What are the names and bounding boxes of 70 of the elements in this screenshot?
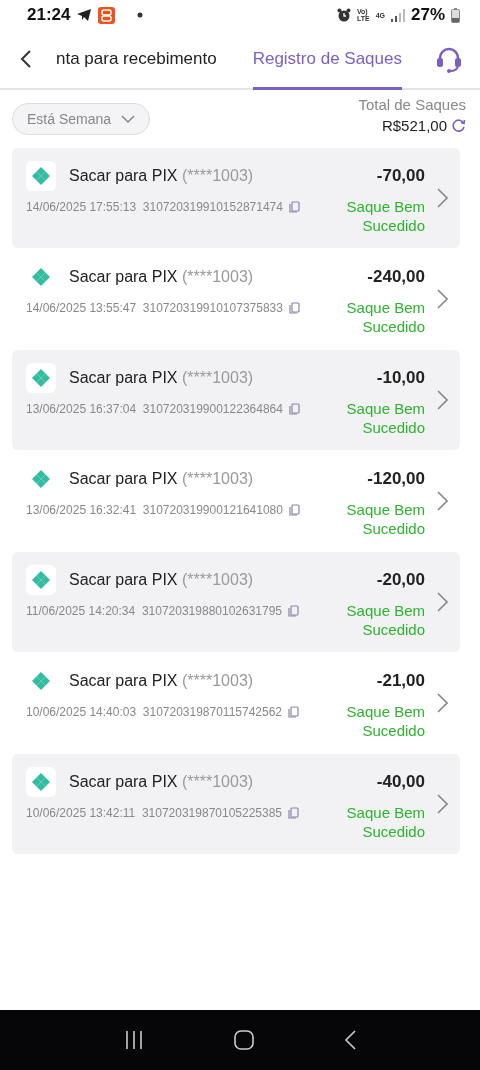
clock: 21:24 <box>27 5 71 25</box>
battery-percent: 27% <box>410 5 445 25</box>
record-title: Sacar para PIX (****1003) <box>69 773 254 791</box>
withdrawal-record[interactable]: Sacar para PIX (****1003) -120,00 13/06/2025 16:32:41 310720319900121641080 Saque Bem Sucedido <box>12 451 460 551</box>
tab[interactable]: Registro de Saques <box>252 30 402 90</box>
tab[interactable]: nta para recebimento <box>56 30 217 90</box>
chevron-right-icon <box>437 693 448 713</box>
record-title: Sacar para PIX (****1003) <box>69 470 254 488</box>
copy-icon[interactable] <box>288 605 300 617</box>
record-date-reference: 14/06/2025 13:55:47 310720319910107375833 <box>26 300 283 315</box>
withdrawal-record[interactable]: Sacar para PIX (****1003) -240,00 14/06/2025 13:55:47 310720319910107375833 Saque Bem Sucedido <box>12 249 460 349</box>
record-date-reference: 13/06/2025 16:32:41 310720319900121641080 <box>26 502 283 517</box>
chevron-right-icon <box>437 289 448 309</box>
record-status: Saque Bem Sucedido <box>345 702 425 740</box>
copy-icon[interactable] <box>288 807 300 819</box>
withdrawal-record[interactable]: Sacar para PIX (****1003) -21,00 10/06/2025 14:40:03 310720319870115742562 Saque Bem Sucedido <box>12 653 460 753</box>
record-amount: -21,00 <box>376 671 425 691</box>
copy-icon[interactable] <box>288 201 300 213</box>
chevron-right-icon <box>437 188 448 208</box>
record-status: Saque Bem Sucedido <box>345 399 425 437</box>
withdrawal-record[interactable]: Sacar para PIX (****1003) -10,00 13/06/2025 16:37:04 310720319900122364864 Saque Bem Sucedido <box>12 350 460 450</box>
record-title: Sacar para PIX (****1003) <box>69 571 254 589</box>
record-date-reference: 10/06/2025 14:40:03 310720319870115742562 <box>26 704 283 719</box>
chevron-right-icon <box>437 592 448 612</box>
record-status: Saque Bem Sucedido <box>345 298 425 336</box>
withdrawal-record[interactable]: Sacar para PIX (****1003) -40,00 10/06/2025 13:42:11 310720319870105225385 Saque Bem Sucedido <box>12 754 460 854</box>
chevron-right-icon <box>437 794 448 814</box>
total-label: Total de Saques <box>358 96 466 113</box>
chevron-right-icon <box>437 491 448 511</box>
total-amount: R$521,00 <box>381 117 447 134</box>
back-icon[interactable] <box>20 50 32 68</box>
record-amount: -240,00 <box>367 267 425 287</box>
app-icon <box>98 6 116 24</box>
record-status: Saque Bem Sucedido <box>345 500 425 538</box>
record-date-reference: 11/06/2025 14:20:34 310720319880102631795 <box>26 603 283 618</box>
pix-logo-icon <box>26 161 56 191</box>
record-date-reference: 10/06/2025 13:42:11 310720319870105225385 <box>26 805 283 820</box>
home-icon[interactable] <box>233 1029 255 1051</box>
record-amount: -120,00 <box>367 469 425 489</box>
record-title: Sacar para PIX (****1003) <box>69 672 254 690</box>
record-status: Saque Bem Sucedido <box>345 197 425 235</box>
record-date-reference: 13/06/2025 16:37:04 310720319900122364864 <box>26 401 283 416</box>
record-date-reference: 14/06/2025 17:55:13 310720319910152871474 <box>26 199 283 214</box>
battery-icon <box>451 7 460 23</box>
recent-apps-icon[interactable] <box>124 1030 145 1050</box>
record-title: Sacar para PIX (****1003) <box>69 268 254 286</box>
pix-logo-icon <box>26 565 56 595</box>
copy-icon[interactable] <box>288 403 300 415</box>
pix-logo-icon <box>26 767 56 797</box>
refresh-icon[interactable] <box>451 118 466 133</box>
record-title: Sacar para PIX (****1003) <box>69 369 254 387</box>
caret-icon <box>121 115 136 123</box>
notification-dot-icon <box>137 12 144 18</box>
copy-icon[interactable] <box>288 706 300 718</box>
record-amount: -70,00 <box>376 166 425 186</box>
paper-plane-icon <box>76 8 93 22</box>
record-amount: -20,00 <box>376 570 425 590</box>
withdrawal-record[interactable]: Sacar para PIX (****1003) -70,00 14/06/2025 17:55:13 310720319910152871474 Saque Bem Sucedido <box>12 148 460 248</box>
chevron-right-icon <box>437 390 448 410</box>
record-status: Saque Bem Sucedido <box>345 803 425 841</box>
copy-icon[interactable] <box>288 302 300 314</box>
copy-icon[interactable] <box>288 504 300 516</box>
alarm-icon <box>336 8 351 22</box>
record-status: Saque Bem Sucedido <box>345 601 425 639</box>
signal-icon <box>390 8 405 22</box>
pix-logo-icon <box>26 363 56 393</box>
record-amount: -40,00 <box>376 772 425 792</box>
withdrawal-record[interactable]: Sacar para PIX (****1003) -20,00 11/06/2025 14:20:34 310720319880102631795 Saque Bem Sucedido <box>12 552 460 652</box>
record-title: Sacar para PIX (****1003) <box>69 167 254 185</box>
record-amount: -10,00 <box>376 368 425 388</box>
